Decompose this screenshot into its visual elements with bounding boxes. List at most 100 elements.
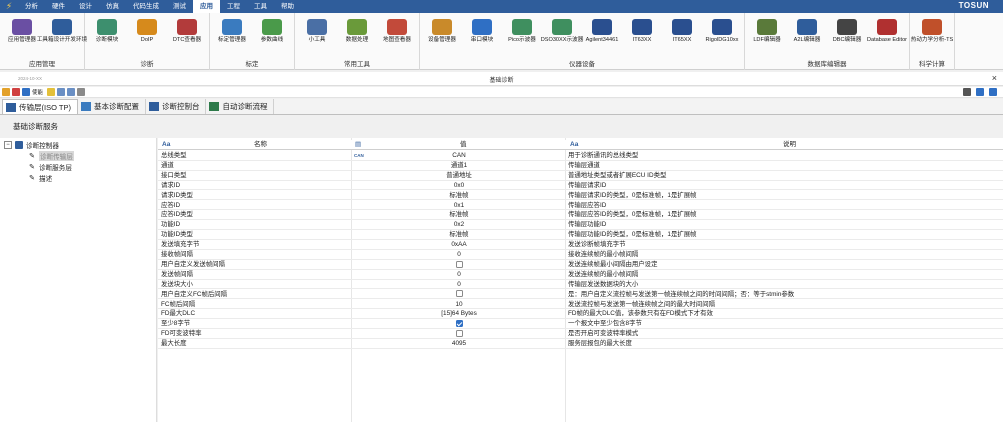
ribbon-button[interactable]: LDF编辑器 — [747, 13, 787, 61]
ribbon-button[interactable]: A2L编辑器 — [787, 13, 827, 61]
tree-item-transport[interactable]: ✎ 诊断传输层 — [28, 151, 74, 161]
menu-analysis[interactable]: 分析 — [18, 0, 45, 13]
ribbon-button[interactable]: 串口模块 — [462, 13, 502, 61]
menu-design[interactable]: 设计 — [72, 0, 99, 13]
table-row[interactable]: 应答ID 0x1 传输层应答ID — [158, 201, 1003, 211]
table-row[interactable]: 总线类型 CAN CAN 用于诊断通讯的总线类型 — [158, 151, 1003, 161]
enable-label[interactable]: 使能 — [32, 88, 43, 96]
ribbon-button[interactable]: Database Editor — [867, 13, 907, 61]
open-folder-icon[interactable] — [47, 88, 56, 96]
ribbon-button[interactable]: RigolDG10xx — [702, 13, 742, 61]
table-row[interactable]: 发送块大小 0 传输层发送数据块的大小 — [158, 280, 1003, 290]
tree-item-description[interactable]: ✎ 描述 — [28, 173, 52, 183]
enable-icon[interactable] — [22, 88, 30, 96]
value-checkbox[interactable] — [455, 330, 463, 337]
tree-item-service[interactable]: ✎ 诊断服务层 — [28, 162, 72, 172]
settings-icon[interactable] — [963, 88, 971, 96]
tab-auto-flow[interactable]: 自动诊断流程 — [206, 99, 275, 114]
ribbon-button[interactable]: 热动力学分析-TS — [911, 13, 953, 61]
table-row[interactable]: 接口类型 普通地址 普通地址类型或者扩展ECU ID类型 — [158, 171, 1003, 181]
table-row[interactable]: 发送帧间隔 0 发送连续帧的最小帧间隔 — [158, 270, 1003, 280]
menu-application[interactable]: 应用 — [193, 0, 220, 13]
row-value[interactable]: 标准帧 — [354, 230, 564, 240]
row-name: 应答ID — [161, 201, 181, 209]
ribbon-button[interactable]: Agilent34461 — [582, 13, 622, 61]
ribbon-button[interactable]: 设备管理器 — [422, 13, 462, 61]
table-row[interactable]: FD最大DLC [15]64 Bytes FD帧的最大DLC值，该参数只有在FD模式… — [158, 309, 1003, 320]
ribbon-button[interactable]: DTC查看器 — [167, 13, 207, 61]
row-value[interactable]: 0 — [354, 270, 564, 280]
row-value[interactable]: 0x1 — [354, 201, 564, 211]
ribbon-button[interactable]: IT63XX — [622, 13, 662, 61]
ribbon-button[interactable]: 小工具 — [297, 13, 337, 61]
menu-help[interactable]: 帮助 — [274, 0, 301, 13]
table-row[interactable]: 最大长度 4095 服务层报包的最大长度 — [158, 339, 1003, 349]
menu-project[interactable]: 工程 — [220, 0, 247, 13]
menu-test[interactable]: 测试 — [166, 0, 193, 13]
ribbon-button[interactable]: 地图查看器 — [377, 13, 417, 61]
table-row[interactable]: 请求ID 0x0 传输层请求ID — [158, 181, 1003, 191]
row-value[interactable]: 0 — [354, 280, 564, 290]
row-value[interactable]: 标准帧 — [354, 210, 564, 220]
row-value[interactable]: 0 — [354, 250, 564, 260]
row-value[interactable]: 0x0 — [354, 181, 564, 191]
table-row[interactable]: 用户自定义发送帧间隔 发送连续帧最小间隔由用户设定 — [158, 260, 1003, 270]
ribbon-button[interactable]: 数据处理 — [337, 13, 377, 61]
table-row[interactable]: 功能ID类型 标准帧 传输层功能ID的类型，0是标准帧，1是扩展帧 — [158, 230, 1003, 240]
row-value[interactable]: 0x2 — [354, 220, 564, 230]
row-value[interactable]: CAN — [354, 151, 564, 161]
row-description: 传输层功能ID — [568, 221, 607, 229]
table-row[interactable]: FD可变波特率 是否开启可变波特率模式 — [158, 329, 1003, 339]
row-value[interactable]: 4095 — [354, 339, 564, 349]
ribbon-button[interactable]: 工具箱设计开发环境 — [37, 13, 87, 61]
row-value[interactable]: 普通地址 — [354, 171, 564, 181]
menu-hardware[interactable]: 硬件 — [45, 0, 72, 13]
ribbon-button[interactable]: 标定管理器 — [212, 13, 252, 61]
tab-basic-config[interactable]: 基本诊断配置 — [78, 99, 146, 114]
ribbon-button[interactable]: 参数曲线 — [252, 13, 292, 61]
help-icon[interactable] — [976, 88, 984, 96]
table-row[interactable]: FC帧后间隔 10 发送流控帧与发送第一帧连续帧之间的最大时间间隔 — [158, 300, 1003, 310]
ribbon-button[interactable]: 诊断模块 — [87, 13, 127, 61]
header-name[interactable]: 名称 — [254, 140, 267, 150]
row-value[interactable]: 0xAA — [354, 240, 564, 250]
menu-simulation[interactable]: 仿真 — [99, 0, 126, 13]
row-value[interactable]: 10 — [354, 300, 564, 310]
stop-icon[interactable] — [12, 88, 20, 96]
section-title: 基础诊断服务 — [0, 116, 1003, 138]
value-checkbox[interactable] — [455, 260, 463, 268]
row-value[interactable]: 标准帧 — [354, 191, 564, 201]
ribbon-button[interactable]: DSO30XX示波器 — [541, 13, 583, 61]
ribbon-button[interactable]: IT65XX — [662, 13, 702, 61]
save-icon[interactable] — [57, 88, 66, 96]
menu-tools[interactable]: 工具 — [247, 0, 274, 13]
row-value[interactable]: [15]64 Bytes — [354, 309, 564, 319]
undo-icon[interactable] — [2, 88, 10, 96]
header-description[interactable]: 说明 — [783, 140, 796, 150]
table-row[interactable]: 发送填充字节 0xAA 发送诊断帧填充字节 — [158, 240, 1003, 250]
search-icon[interactable] — [77, 88, 86, 96]
table-row[interactable]: 请求ID类型 标准帧 传输层请求ID的类型，0是标准帧，1是扩展帧 — [158, 191, 1003, 201]
row-value[interactable]: 通道1 — [354, 161, 564, 171]
tree-root[interactable]: − 诊断控制器 — [4, 140, 59, 150]
table-row[interactable]: 功能ID 0x2 传输层功能ID — [158, 220, 1003, 231]
close-icon[interactable]: × — [992, 73, 997, 83]
table-row[interactable]: 应答ID类型 标准帧 传输层应答ID的类型，0是标准帧，1是扩展帧 — [158, 210, 1003, 221]
tab-diagnostic-console[interactable]: 诊断控制台 — [146, 99, 207, 114]
app-logo-icon[interactable]: ⚡ — [0, 0, 18, 13]
ribbon-button[interactable]: Pico示波器 — [502, 13, 542, 61]
header-value[interactable]: 值 — [460, 140, 467, 150]
table-row[interactable]: 用户自定义FC帧后间隔 是：用户自定义流控帧与发送第一帧连续帧之间的时间间隔；否：… — [158, 290, 1003, 300]
value-checkbox[interactable] — [455, 290, 463, 298]
menu-codegen[interactable]: 代码生成 — [126, 0, 166, 13]
ribbon-button[interactable]: DoIP — [127, 13, 167, 61]
table-row[interactable]: 至少8字节 一个报文中至少包含8字节 — [158, 319, 1003, 330]
table-row[interactable]: 通道 通道1 传输层通道 — [158, 161, 1003, 171]
collapse-icon[interactable]: − — [4, 141, 12, 149]
menu-icon[interactable] — [989, 88, 997, 96]
tab-transport-layer[interactable]: 传输层(ISO TP) — [2, 99, 78, 114]
table-row[interactable]: 接收帧间隔 0 接收连续帧的最小帧间隔 — [158, 250, 1003, 260]
ribbon-button[interactable]: DBC编辑器 — [827, 13, 867, 61]
save-as-icon[interactable] — [67, 88, 76, 96]
value-checkbox[interactable] — [455, 320, 463, 328]
